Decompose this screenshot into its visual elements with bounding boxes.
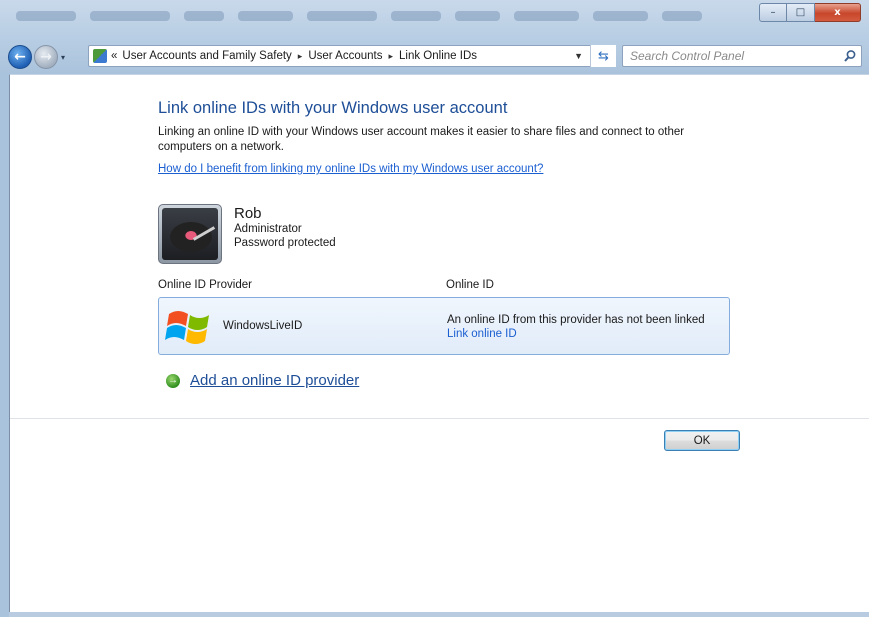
user-account-block: Rob Administrator Password protected (158, 204, 336, 264)
add-online-id-provider-link[interactable]: → Add an online ID provider (166, 372, 359, 389)
footer-divider (10, 418, 869, 419)
forward-button[interactable]: → (34, 45, 58, 69)
back-button[interactable]: ← (8, 45, 32, 69)
provider-link-status: An online ID from this provider has not … (447, 314, 705, 326)
user-status: Password protected (234, 237, 336, 249)
breadcrumb-chevron-icon[interactable]: ▸ (298, 51, 303, 62)
add-provider-label[interactable]: Add an online ID provider (190, 372, 359, 389)
ok-button[interactable]: OK (664, 430, 740, 451)
navigation-bar: ← → ▾ « User Accounts and Family Safety … (0, 40, 869, 74)
breadcrumb-link-online-ids[interactable]: Link Online IDs (399, 50, 477, 62)
column-header-online-id: Online ID (446, 279, 494, 291)
control-panel-icon (93, 49, 107, 63)
help-link[interactable]: How do I benefit from linking my online … (158, 163, 543, 175)
link-online-id-link[interactable]: Link online ID (447, 328, 517, 340)
maximize-button[interactable]: □ (787, 3, 815, 22)
search-input[interactable]: Search Control Panel (622, 45, 862, 67)
background-taskbar-blur (10, 0, 760, 32)
address-bar[interactable]: « User Accounts and Family Safety ▸ User… (88, 45, 616, 67)
breadcrumb-user-accounts[interactable]: User Accounts (308, 50, 382, 62)
close-button[interactable]: x (815, 3, 861, 22)
search-icon[interactable] (843, 49, 857, 63)
breadcrumb-user-accounts-family-safety[interactable]: User Accounts and Family Safety (122, 50, 291, 62)
window-controls: – □ x (759, 3, 861, 22)
recent-pages-dropdown[interactable]: ▾ (61, 53, 65, 62)
provider-name: WindowsLiveID (223, 320, 303, 332)
header-section: Link online IDs with your Windows user a… (158, 99, 738, 176)
page-title: Link online IDs with your Windows user a… (158, 99, 508, 117)
content-pane: Link online IDs with your Windows user a… (9, 74, 869, 617)
address-dropdown-icon[interactable]: ▼ (574, 51, 583, 61)
minimize-button[interactable]: – (759, 3, 787, 22)
green-arrow-icon: → (166, 373, 180, 388)
provider-row[interactable]: WindowsLiveID An online ID from this pro… (158, 297, 730, 355)
user-name: Rob (234, 205, 262, 222)
windows-logo-icon (165, 311, 209, 344)
page-description: Linking an online ID with your Windows u… (158, 126, 685, 153)
breadcrumb-chevron-icon[interactable]: ▸ (388, 51, 393, 62)
window-bottom-edge (9, 612, 869, 617)
window-frame: – □ x ← → ▾ « User Accounts and Family S… (0, 0, 869, 617)
refresh-button[interactable]: ⇆ (590, 45, 616, 67)
user-role: Administrator (234, 223, 302, 235)
turntable-picture-icon (170, 222, 212, 252)
breadcrumb-overflow[interactable]: « (111, 50, 117, 62)
search-placeholder: Search Control Panel (630, 49, 745, 63)
user-avatar (158, 204, 222, 264)
user-info: Rob Administrator Password protected (234, 204, 336, 264)
column-header-provider: Online ID Provider (158, 279, 252, 291)
